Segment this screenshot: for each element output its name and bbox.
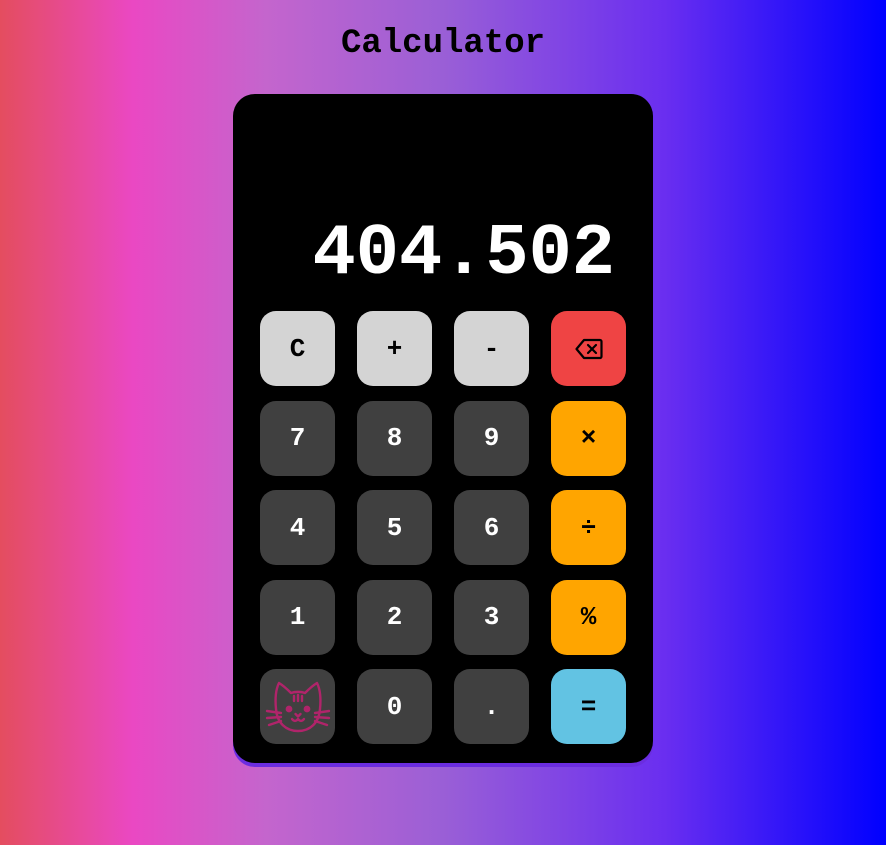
digit-9-button[interactable]: 9 <box>454 400 529 476</box>
cat-button[interactable] <box>260 669 335 744</box>
digit-7-button[interactable]: 7 <box>260 400 335 476</box>
calculator-display: 404.502 <box>312 213 615 295</box>
decimal-button[interactable]: . <box>454 669 529 744</box>
clear-button[interactable]: C <box>260 311 335 386</box>
digit-3-button[interactable]: 3 <box>454 579 529 655</box>
digit-8-button[interactable]: 8 <box>357 400 432 476</box>
digit-5-button[interactable]: 5 <box>357 490 432 565</box>
digit-2-button[interactable]: 2 <box>357 579 432 655</box>
equals-button[interactable]: = <box>551 669 626 744</box>
multiply-button[interactable]: × <box>551 400 626 476</box>
keypad: C + - 7 8 9 × 4 5 6 ÷ 1 2 3 % 0 . = <box>260 311 626 744</box>
percent-button[interactable]: % <box>551 579 626 655</box>
digit-0-button[interactable]: 0 <box>357 669 432 744</box>
digit-4-button[interactable]: 4 <box>260 490 335 565</box>
plus-button[interactable]: + <box>357 311 432 386</box>
minus-button[interactable]: - <box>454 311 529 386</box>
digit-6-button[interactable]: 6 <box>454 490 529 565</box>
digit-1-button[interactable]: 1 <box>260 579 335 655</box>
page-title: Calculator <box>340 25 546 63</box>
calculator: 404.502 C + - 7 8 9 × 4 5 6 ÷ 1 2 3 % 0 … <box>233 94 653 763</box>
divide-button[interactable]: ÷ <box>551 490 626 565</box>
backspace-button[interactable] <box>551 311 626 386</box>
cat-icon <box>264 679 332 735</box>
backspace-icon <box>574 338 603 360</box>
